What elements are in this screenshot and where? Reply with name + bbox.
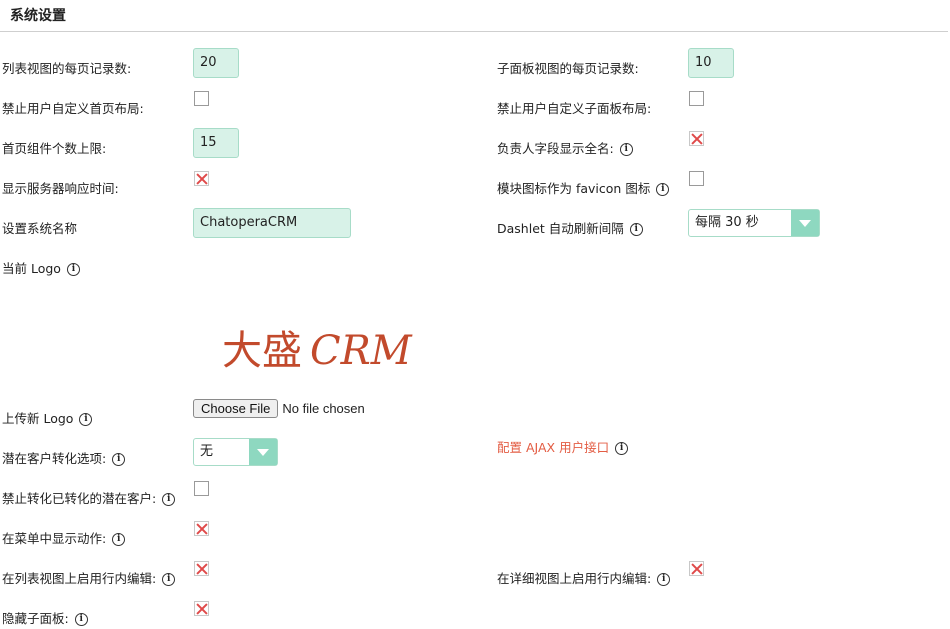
info-icon[interactable]: ⅰ — [74, 613, 88, 626]
show-response-time-checkbox[interactable] — [194, 171, 209, 186]
info-icon[interactable]: ⅰ — [619, 143, 633, 156]
disable-subpanel-layout-label: 禁止用户自定义子面板布局: — [497, 101, 652, 116]
lead-conversion-value: 无 — [200, 444, 214, 459]
assigned-full-name-checkbox[interactable] — [689, 131, 704, 146]
show-actions-label-wrap: 在菜单中显示动作: ⅰ — [2, 530, 126, 548]
show-actions-checkbox[interactable] — [194, 521, 209, 536]
max-dashlets-input[interactable]: 15 — [193, 128, 239, 158]
inline-edit-list-checkbox[interactable] — [194, 561, 209, 576]
info-icon[interactable]: ⅰ — [112, 533, 126, 546]
prevent-converted-label: 禁止转化已转化的潜在客户: — [2, 491, 157, 506]
upload-logo-label: 上传新 Logo — [2, 411, 74, 426]
dashlet-refresh-label: Dashlet 自动刷新间隔 — [497, 221, 624, 236]
current-logo-label-wrap: 当前 Logo ⅰ — [2, 260, 80, 278]
file-status: No file chosen — [282, 401, 365, 416]
system-name-label: 设置系统名称 — [2, 221, 78, 236]
logo-cn-text: 大盛 — [222, 328, 302, 374]
info-icon[interactable]: ⅰ — [629, 223, 643, 236]
info-icon[interactable]: ⅰ — [66, 263, 80, 276]
assigned-full-name-label: 负责人字段显示全名: — [497, 141, 614, 156]
inline-edit-list-label-wrap: 在列表视图上启用行内编辑: ⅰ — [2, 570, 176, 588]
chevron-down-icon[interactable] — [249, 439, 277, 465]
ajax-ui-link[interactable]: 配置 AJAX 用户接口 — [497, 440, 609, 455]
info-icon[interactable]: ⅰ — [162, 493, 176, 506]
subpanel-per-page-input[interactable]: 10 — [688, 48, 734, 78]
info-icon[interactable]: ⅰ — [657, 573, 671, 586]
module-favicon-label: 模块图标作为 favicon 图标 — [497, 181, 651, 196]
lead-conversion-select[interactable]: 无 — [193, 438, 278, 466]
inline-edit-list-label: 在列表视图上启用行内编辑: — [2, 571, 157, 586]
logo-en-text: CRM — [310, 328, 412, 374]
info-icon[interactable]: ⅰ — [112, 453, 126, 466]
info-icon[interactable]: ⅰ — [162, 573, 176, 586]
ajax-ui-wrap: 配置 AJAX 用户接口 ⅰ — [497, 439, 629, 457]
disable-home-layout-label: 禁止用户自定义首页布局: — [2, 101, 144, 116]
hide-subpanels-checkbox[interactable] — [194, 601, 209, 616]
dashlet-refresh-select[interactable]: 每隔 30 秒 — [688, 209, 820, 237]
subpanel-per-page-label: 子面板视图的每页记录数: — [497, 61, 639, 76]
lead-conversion-label-wrap: 潜在客户转化选项: ⅰ — [2, 450, 126, 468]
prevent-converted-checkbox[interactable] — [194, 481, 209, 496]
module-favicon-label-wrap: 模块图标作为 favicon 图标 ⅰ — [497, 180, 670, 198]
inline-edit-detail-checkbox[interactable] — [689, 561, 704, 576]
prevent-converted-label-wrap: 禁止转化已转化的潜在客户: ⅰ — [2, 490, 176, 508]
assigned-full-name-label-wrap: 负责人字段显示全名: ⅰ — [497, 140, 633, 158]
show-actions-label: 在菜单中显示动作: — [2, 531, 107, 546]
disable-subpanel-layout-checkbox[interactable] — [689, 91, 704, 106]
list-per-page-label: 列表视图的每页记录数: — [2, 61, 132, 76]
section-divider — [0, 31, 948, 32]
company-logo: 大盛 CRM — [222, 318, 412, 376]
current-logo-label: 当前 Logo — [2, 261, 61, 276]
max-dashlets-label: 首页组件个数上限: — [2, 141, 107, 156]
hide-subpanels-label: 隐藏子面板: — [2, 611, 69, 626]
info-icon[interactable]: ⅰ — [615, 442, 629, 455]
module-favicon-checkbox[interactable] — [689, 171, 704, 186]
list-per-page-input[interactable]: 20 — [193, 48, 239, 78]
hide-subpanels-label-wrap: 隐藏子面板: ⅰ — [2, 610, 88, 628]
inline-edit-detail-label-wrap: 在详细视图上启用行内编辑: ⅰ — [497, 570, 671, 588]
lead-conversion-label: 潜在客户转化选项: — [2, 451, 107, 466]
upload-logo-label-wrap: 上传新 Logo ⅰ — [2, 410, 93, 428]
inline-edit-detail-label: 在详细视图上启用行内编辑: — [497, 571, 652, 586]
file-upload: Choose File No file chosen — [193, 399, 365, 418]
dashlet-refresh-label-wrap: Dashlet 自动刷新间隔 ⅰ — [497, 220, 643, 238]
info-icon[interactable]: ⅰ — [656, 183, 670, 196]
show-response-time-label: 显示服务器响应时间: — [2, 181, 119, 196]
dashlet-refresh-value: 每隔 30 秒 — [695, 215, 759, 230]
section-title: 系统设置 — [10, 8, 66, 24]
chevron-down-icon[interactable] — [791, 210, 819, 236]
choose-file-button[interactable]: Choose File — [193, 399, 279, 418]
system-name-input[interactable]: ChatoperaCRM — [193, 208, 351, 238]
disable-home-layout-checkbox[interactable] — [194, 91, 209, 106]
info-icon[interactable]: ⅰ — [79, 413, 93, 426]
